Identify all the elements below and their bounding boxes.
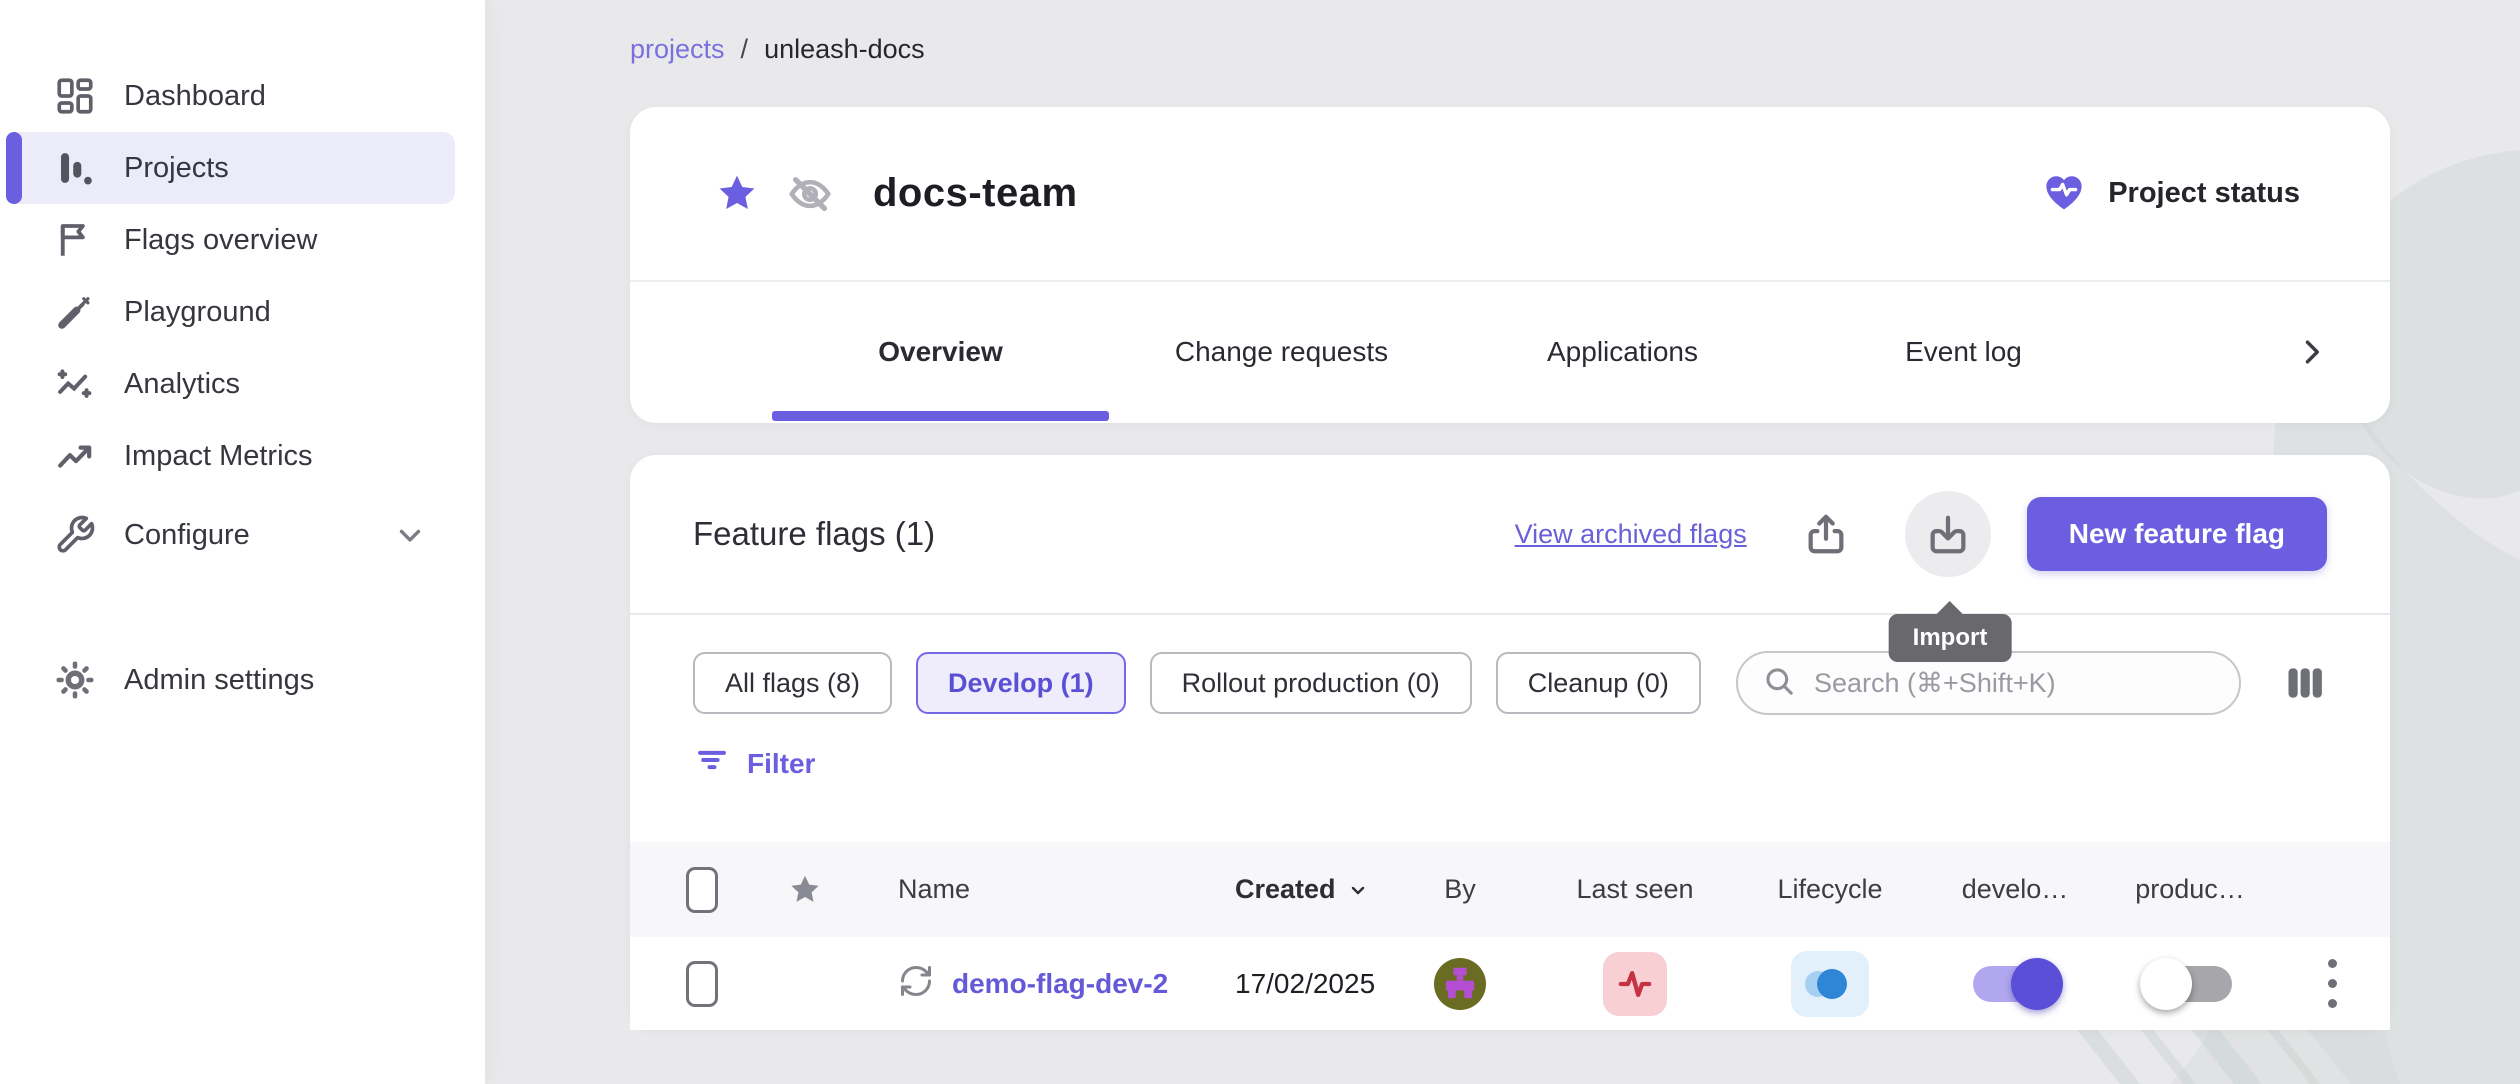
import-tooltip: Import: [1889, 614, 2012, 662]
column-header-name[interactable]: Name: [850, 874, 1190, 905]
column-header-created[interactable]: Created: [1190, 874, 1385, 905]
development-toggle[interactable]: [1967, 958, 2063, 1010]
export-icon[interactable]: [1783, 491, 1869, 577]
select-all-checkbox[interactable]: [686, 867, 718, 913]
breadcrumb: projects / unleash-docs: [630, 34, 925, 65]
tab-overview[interactable]: Overview: [770, 282, 1111, 421]
wand-icon: [52, 289, 98, 335]
sidebar-item-label: Playground: [124, 296, 271, 329]
sidebar-item-configure[interactable]: Configure: [0, 499, 485, 571]
project-title: docs-team: [873, 171, 1078, 216]
sidebar-item-label: Impact Metrics: [124, 440, 313, 473]
search-icon: [1762, 664, 1796, 703]
sidebar-item-playground[interactable]: Playground: [0, 276, 485, 348]
flag-created-date: 17/02/2025: [1190, 968, 1385, 1000]
chip-all-flags[interactable]: All flags (8): [693, 652, 892, 714]
sidebar-item-flags-overview[interactable]: Flags overview: [0, 204, 485, 276]
sidebar-item-label: Projects: [124, 152, 229, 185]
column-header-by: By: [1444, 874, 1476, 905]
flags-toolbar: All flags (8) Develop (1) Rollout produc…: [630, 615, 2390, 715]
production-toggle[interactable]: [2142, 958, 2238, 1010]
import-tooltip-label: Import: [1913, 624, 1988, 651]
sidebar-item-analytics[interactable]: Analytics: [0, 348, 485, 420]
flag-name-link[interactable]: demo-flag-dev-2: [952, 968, 1168, 1000]
tabs-overflow-chevron-right-icon[interactable]: [2294, 282, 2330, 421]
search-input[interactable]: [1814, 668, 2215, 699]
dashboard-icon: [52, 73, 98, 119]
view-archived-flags-link[interactable]: View archived flags: [1515, 519, 1747, 550]
column-header-production: produc…: [2135, 874, 2245, 905]
favorite-star-icon[interactable]: [715, 172, 759, 216]
filter-label: Filter: [747, 748, 815, 780]
feature-flags-header: Feature flags (1) View archived flags Ne…: [630, 455, 2390, 615]
last-seen-activity-icon: [1603, 952, 1667, 1016]
created-sort-label: Created: [1235, 874, 1336, 905]
tab-event-log[interactable]: Event log: [1793, 282, 2134, 421]
sidebar-item-label: Flags overview: [124, 224, 317, 257]
analytics-icon: [52, 361, 98, 407]
project-header: docs-team Project status: [630, 107, 2390, 282]
lifecycle-pre-live-icon[interactable]: [1791, 951, 1869, 1017]
columns-icon[interactable]: [2283, 661, 2327, 705]
feature-flags-card: Feature flags (1) View archived flags Ne…: [630, 455, 2390, 1030]
column-header-last-seen: Last seen: [1576, 874, 1693, 905]
trending-up-icon: [52, 433, 98, 479]
sidebar-item-label: Analytics: [124, 368, 240, 401]
heart-pulse-icon: [2040, 167, 2088, 220]
project-header-card: docs-team Project status Overview Change…: [630, 107, 2390, 423]
chevron-down-icon: [393, 518, 427, 552]
flag-sync-icon: [898, 963, 934, 1004]
filter-icon: [693, 741, 731, 786]
chip-develop[interactable]: Develop (1): [916, 652, 1126, 714]
project-status-button[interactable]: Project status: [2040, 167, 2300, 220]
filter-row: Filter: [693, 741, 2390, 786]
table-header: Name Created By Last seen Lifecycle deve…: [630, 842, 2390, 937]
project-tabs: Overview Change requests Applications Ev…: [630, 282, 2390, 421]
column-header-lifecycle: Lifecycle: [1777, 874, 1882, 905]
sidebar-item-label: Configure: [124, 519, 250, 552]
sidebar-item-projects[interactable]: Projects: [6, 132, 455, 204]
eye-off-icon[interactable]: [787, 171, 833, 217]
new-feature-flag-button[interactable]: New feature flag: [2027, 497, 2327, 571]
tab-applications[interactable]: Applications: [1452, 282, 1793, 421]
wrench-icon: [52, 512, 98, 558]
sidebar-item-label: Dashboard: [124, 80, 266, 113]
table-row[interactable]: demo-flag-dev-2 17/02/2025: [630, 937, 2390, 1030]
sidebar: Dashboard Projects Flags overview Playgr…: [0, 0, 485, 1084]
sidebar-item-dashboard[interactable]: Dashboard: [0, 60, 485, 132]
filter-button[interactable]: Filter: [693, 741, 815, 786]
favorite-column-star-icon[interactable]: [787, 872, 823, 908]
breadcrumb-link-projects[interactable]: projects: [630, 34, 725, 65]
avatar: [1434, 958, 1486, 1010]
tab-change-requests[interactable]: Change requests: [1111, 282, 1452, 421]
sidebar-item-impact-metrics[interactable]: Impact Metrics: [0, 420, 485, 492]
sort-chevron-down-icon: [1346, 878, 1370, 902]
sidebar-item-label: Admin settings: [124, 664, 314, 697]
sidebar-spacer: [0, 571, 485, 644]
flag-icon: [52, 217, 98, 263]
row-menu-kebab-icon[interactable]: [2318, 949, 2347, 1018]
breadcrumb-current: unleash-docs: [764, 34, 925, 65]
row-checkbox[interactable]: [686, 961, 718, 1007]
breadcrumb-separator: /: [741, 34, 749, 65]
feature-flags-title: Feature flags (1): [693, 515, 935, 553]
chip-cleanup[interactable]: Cleanup (0): [1496, 652, 1701, 714]
projects-icon: [52, 145, 98, 191]
chip-rollout-production[interactable]: Rollout production (0): [1150, 652, 1472, 714]
gear-icon: [52, 657, 98, 703]
app-root: Dashboard Projects Flags overview Playgr…: [0, 0, 2520, 1084]
column-header-development: develo…: [1962, 874, 2069, 905]
import-icon[interactable]: [1905, 491, 1991, 577]
project-status-label: Project status: [2108, 177, 2300, 210]
sidebar-item-admin-settings[interactable]: Admin settings: [0, 644, 485, 716]
